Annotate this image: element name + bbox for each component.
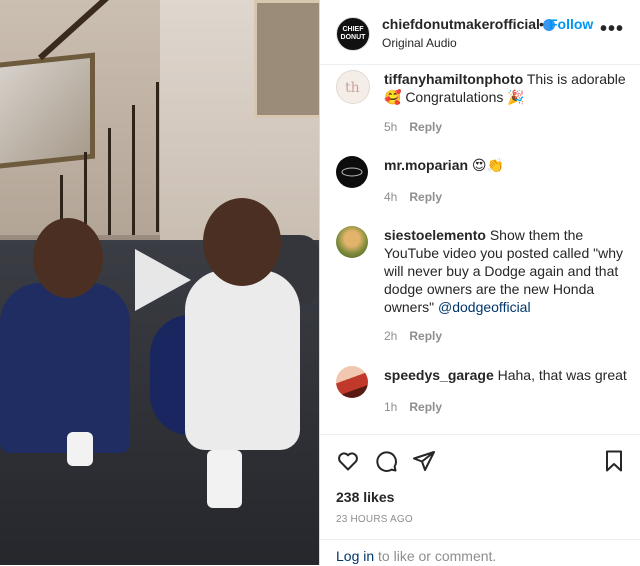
comment-username[interactable]: mr.moparian bbox=[384, 157, 468, 173]
mention-link[interactable]: @dodgeofficial bbox=[438, 299, 531, 315]
video-child-left-head bbox=[33, 218, 103, 298]
video-wall-frame bbox=[254, 0, 319, 118]
comment-avatar[interactable] bbox=[336, 366, 368, 398]
comment-time[interactable]: 2h bbox=[384, 329, 397, 343]
post-username[interactable]: chiefdonutmakerofficial bbox=[382, 16, 555, 32]
follow-button[interactable]: Follow bbox=[549, 16, 593, 32]
video-sock bbox=[207, 450, 242, 508]
comment-username[interactable]: speedys_garage bbox=[384, 367, 494, 383]
audio-label[interactable]: Original Audio bbox=[382, 36, 457, 50]
reply-button[interactable]: Reply bbox=[409, 190, 442, 204]
comment-avatar[interactable]: th bbox=[336, 70, 370, 104]
bookmark-icon[interactable] bbox=[602, 449, 626, 473]
comment-meta: 2h Reply bbox=[384, 329, 454, 343]
reply-button[interactable]: Reply bbox=[409, 400, 442, 414]
likes-count[interactable]: 238 likes bbox=[336, 489, 394, 505]
comment-avatar[interactable] bbox=[336, 156, 368, 188]
comment-time[interactable]: 4h bbox=[384, 190, 397, 204]
video-baluster bbox=[108, 128, 111, 235]
comment-meta: 5h Reply bbox=[384, 120, 454, 134]
post-header: CHIEF DONUT chiefdonutmakerofficial • Fo… bbox=[320, 0, 640, 65]
comment-body: speedys_garage Haha, that was great bbox=[384, 366, 628, 384]
video-child-right-head bbox=[203, 198, 281, 286]
login-link[interactable]: Log in bbox=[336, 548, 374, 564]
share-icon[interactable] bbox=[412, 449, 436, 473]
video-mirror bbox=[0, 52, 95, 170]
comment-time[interactable]: 1h bbox=[384, 400, 397, 414]
login-text: to like or comment. bbox=[374, 548, 497, 564]
comment-text: 😍👏 bbox=[471, 157, 504, 173]
login-bar: Log in to like or comment. bbox=[320, 539, 640, 566]
more-options-icon[interactable]: ••• bbox=[600, 18, 624, 41]
avatar-text: CHIEF DONUT bbox=[340, 26, 366, 41]
logo-badge-icon bbox=[341, 167, 363, 177]
comment-meta: 1h Reply bbox=[384, 400, 454, 414]
heart-icon[interactable] bbox=[336, 449, 360, 473]
login-prompt: Log in to like or comment. bbox=[336, 548, 496, 564]
video-baluster bbox=[156, 82, 159, 232]
comment-avatar[interactable] bbox=[336, 226, 368, 258]
comment-body: mr.moparian 😍👏 bbox=[384, 156, 628, 174]
video-sock bbox=[67, 432, 93, 466]
comment-text: Haha, that was great bbox=[497, 367, 627, 383]
post-actions: 238 likes 23 HOURS AGO Log in to like or… bbox=[320, 434, 640, 565]
comment-body: siestoelemento Show them the YouTube vid… bbox=[384, 226, 628, 316]
avatar[interactable]: CHIEF DONUT bbox=[336, 17, 370, 51]
post-timestamp[interactable]: 23 HOURS AGO bbox=[336, 514, 413, 525]
separator-dot: • bbox=[539, 16, 544, 32]
reply-button[interactable]: Reply bbox=[409, 120, 442, 134]
post-username-text: chiefdonutmakerofficial bbox=[382, 16, 540, 32]
comment-meta: 4h Reply bbox=[384, 190, 454, 204]
comment-username[interactable]: tiffanyhamiltonphoto bbox=[384, 71, 523, 87]
comment-username[interactable]: siestoelemento bbox=[384, 227, 486, 243]
video-child-left-body bbox=[0, 283, 130, 453]
reply-button[interactable]: Reply bbox=[409, 329, 442, 343]
signature-logo-icon: th bbox=[345, 80, 360, 96]
play-icon[interactable] bbox=[135, 249, 191, 311]
svg-text:th: th bbox=[345, 80, 360, 96]
video-baluster bbox=[132, 105, 135, 235]
post-details-panel: CHIEF DONUT chiefdonutmakerofficial • Fo… bbox=[319, 0, 640, 565]
comment-icon[interactable] bbox=[374, 449, 398, 473]
comment-body: tiffanyhamiltonphoto This is adorable 🥰 … bbox=[384, 70, 628, 106]
comment-time[interactable]: 5h bbox=[384, 120, 397, 134]
video-player[interactable] bbox=[0, 0, 319, 565]
video-child-right-body bbox=[185, 270, 300, 450]
